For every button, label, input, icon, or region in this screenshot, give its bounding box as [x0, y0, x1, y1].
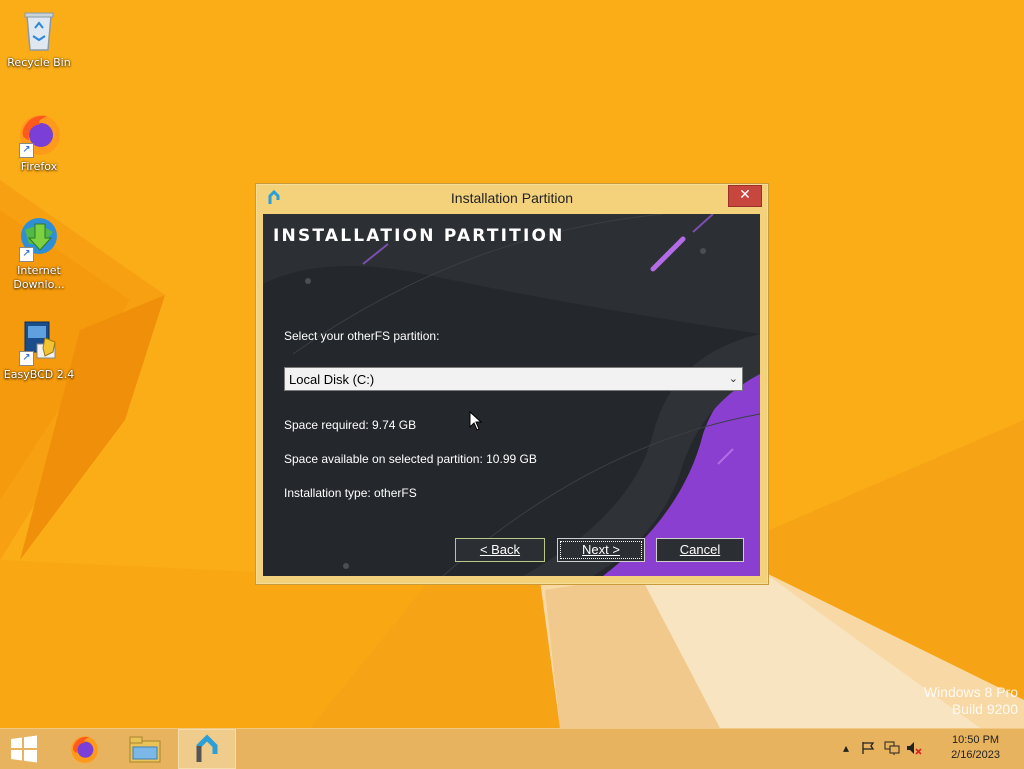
recycle-bin-icon [15, 6, 63, 54]
clock-date: 2/16/2023 [951, 749, 1000, 761]
windows-build-watermark: Windows 8 Pro Build 9200 [924, 684, 1018, 718]
taskbar-file-explorer[interactable] [117, 729, 173, 769]
installation-type-text: Installation type: otherFS [284, 486, 417, 500]
taskbar-clock[interactable]: 10:50 PM 2/16/2023 [951, 733, 1000, 763]
desktop-icon-label: Firefox [20, 160, 58, 173]
chevron-down-icon: ⌄ [728, 373, 738, 385]
dialog-client-area: INSTALLATION PARTITION Select your other… [263, 214, 760, 576]
next-button[interactable]: Next > [557, 538, 645, 562]
start-button[interactable] [0, 729, 48, 769]
space-available-text: Space available on selected partition: 1… [284, 452, 537, 466]
mouse-cursor-icon [469, 411, 483, 431]
folder-icon [129, 736, 161, 763]
desktop-icon-label: Internet Downlo... [13, 264, 65, 291]
windows-logo-icon [11, 735, 37, 763]
action-center-flag-icon[interactable] [860, 741, 876, 757]
close-icon: ✕ [739, 187, 751, 203]
show-hidden-icons-icon[interactable]: ▴ [838, 741, 854, 757]
taskbar-firefox[interactable] [56, 729, 112, 769]
firefox-icon [71, 736, 98, 763]
taskbar-installer[interactable] [178, 729, 236, 769]
desktop-icon-label: EasyBCD 2.4 [3, 368, 75, 381]
taskbar: ▴ 10:50 PM 2/16/2023 [0, 728, 1024, 769]
watermark-build: Build 9200 [951, 701, 1018, 717]
partition-dropdown-value: Local Disk (C:) [289, 372, 375, 387]
dialog-titlebar[interactable]: Installation Partition ✕ [256, 184, 768, 214]
firefox-icon: ↗ [15, 110, 63, 158]
shortcut-arrow-icon: ↗ [19, 143, 34, 158]
desktop-icon-internet-download-manager[interactable]: ↗ Internet Downlo... [2, 214, 76, 292]
system-tray: ▴ 10:50 PM 2/16/2023 [834, 729, 1024, 769]
installation-partition-dialog: Installation Partition ✕ INSTALLATION PA… [255, 183, 769, 585]
decorative-background [263, 214, 760, 576]
partition-dropdown[interactable]: Local Disk (C:) ⌄ [284, 367, 743, 391]
installer-app-icon [196, 734, 218, 762]
space-required-text: Space required: 9.74 GB [284, 418, 417, 432]
easybcd-icon: ↗ [15, 318, 63, 366]
desktop-icon-recycle-bin[interactable]: Recycle Bin [2, 6, 76, 70]
clock-time: 10:50 PM [951, 734, 1000, 746]
dialog-title: Installation Partition [450, 190, 574, 206]
desktop-icon-easybcd[interactable]: ↗ EasyBCD 2.4 [2, 318, 76, 382]
banner-heading: INSTALLATION PARTITION [273, 226, 565, 246]
select-partition-label: Select your otherFS partition: [284, 329, 440, 343]
watermark-edition: Windows 8 Pro [923, 684, 1018, 700]
internet-download-manager-icon: ↗ [15, 214, 63, 262]
back-button[interactable]: < Back [455, 538, 545, 562]
volume-muted-icon[interactable] [906, 741, 922, 757]
shortcut-arrow-icon: ↗ [19, 351, 34, 366]
desktop-icon-firefox[interactable]: ↗ Firefox [2, 110, 76, 174]
close-button[interactable]: ✕ [728, 185, 762, 207]
network-icon[interactable] [884, 741, 900, 757]
desktop-icon-label: Recycle Bin [7, 56, 71, 69]
cancel-button[interactable]: Cancel [656, 538, 744, 562]
shortcut-arrow-icon: ↗ [19, 247, 34, 262]
